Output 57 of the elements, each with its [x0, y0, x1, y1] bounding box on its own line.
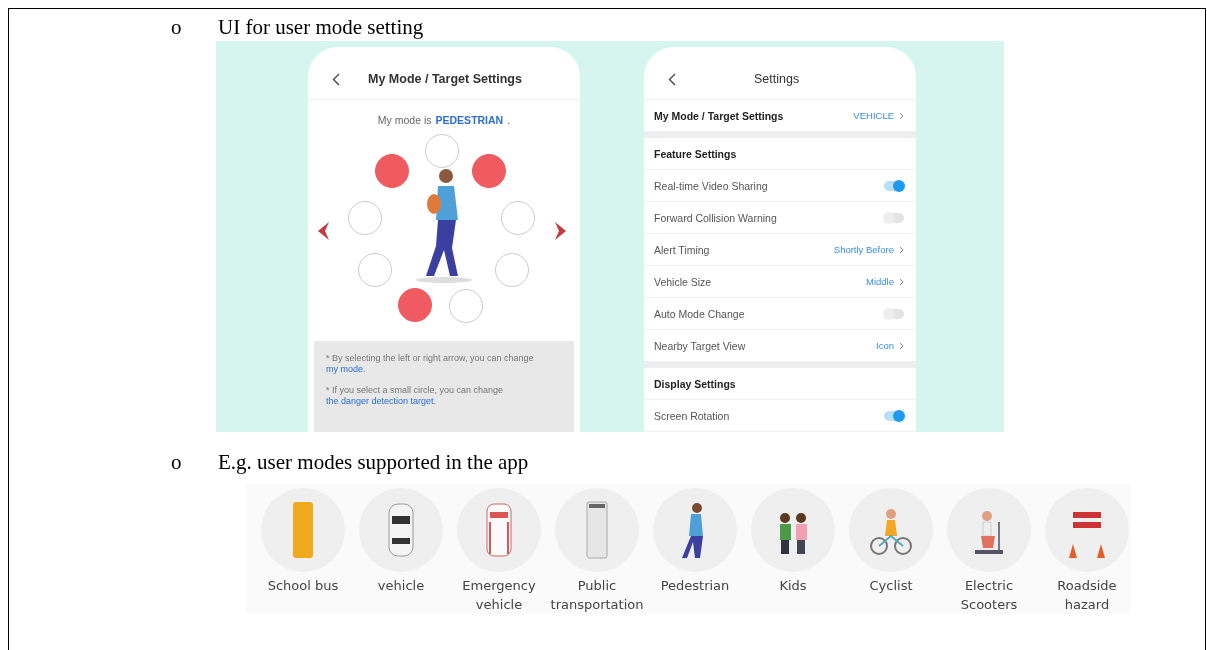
back-icon[interactable]	[668, 72, 676, 86]
bullet-mark: o	[171, 15, 183, 39]
mode-label: vehicle	[377, 577, 425, 595]
target-circle[interactable]	[375, 154, 409, 188]
setting-label: Screen Rotation	[654, 409, 730, 422]
mode-suffix: .	[507, 114, 511, 126]
setting-value[interactable]: VEHICLE	[853, 110, 894, 121]
chevron-right-icon	[899, 277, 904, 286]
setting-label: Feature Settings	[654, 147, 737, 160]
back-icon[interactable]	[332, 72, 340, 86]
mode-label: Public transportation	[549, 577, 645, 614]
mode-label: Cyclist	[869, 577, 913, 595]
setting-label: Nearby Target View	[654, 339, 746, 352]
section-heading: E.g. user modes supported in the app	[218, 450, 529, 474]
setting-label: My Mode / Target Settings	[654, 109, 784, 122]
setting-label: Auto Mode Change	[654, 307, 745, 320]
mode-label: Roadside hazard	[1056, 577, 1118, 614]
bullet-mark: o	[171, 450, 183, 474]
setting-label: Forward Collision Warning	[654, 211, 777, 224]
setting-value[interactable]: Icon	[876, 340, 894, 351]
setting-label: Alert Timing	[654, 243, 710, 256]
chevron-right-icon	[899, 245, 904, 254]
setting-label: Display Settings	[654, 377, 736, 390]
section-heading: UI for user mode setting	[218, 15, 424, 39]
toggle-switch[interactable]	[884, 212, 904, 223]
chevron-right-icon	[899, 111, 904, 120]
hint-link[interactable]: my mode	[326, 364, 363, 374]
target-circle[interactable]	[398, 288, 432, 322]
mode-label: Electric Scooters	[959, 577, 1019, 614]
hint-link[interactable]: the danger detection target	[326, 396, 434, 406]
hint-text: * By selecting the left or right arrow, you can change my mode.	[326, 353, 535, 375]
hint-text: * If you select a small circle, you can change the danger detection target.	[326, 385, 505, 407]
screen-title: My Mode / Target Settings	[368, 72, 522, 86]
target-circle[interactable]	[501, 201, 535, 235]
setting-value[interactable]: Shortly Before	[833, 244, 894, 255]
mode-label: My mode is	[377, 114, 432, 126]
target-circle[interactable]	[358, 253, 392, 287]
setting-label: Vehicle Size	[654, 275, 712, 288]
mode-label: Emergency vehicle	[461, 577, 537, 614]
toggle-switch[interactable]	[884, 180, 904, 191]
screen-title: Settings	[754, 72, 800, 86]
toggle-switch[interactable]	[884, 308, 904, 319]
target-circle[interactable]	[495, 253, 529, 287]
target-circle[interactable]	[449, 289, 483, 323]
toggle-switch[interactable]	[884, 410, 904, 421]
target-circle[interactable]	[472, 154, 506, 188]
mode-label: School bus	[267, 577, 339, 595]
left-arrow-icon[interactable]	[316, 221, 330, 241]
mode-value: PEDESTRIAN	[435, 114, 504, 126]
chevron-right-icon	[899, 341, 904, 350]
mode-label: Pedestrian	[660, 577, 730, 595]
setting-label: Real-time Video Sharing	[654, 179, 768, 192]
target-circle[interactable]	[348, 201, 382, 235]
setting-value[interactable]: Middle	[866, 276, 894, 287]
mode-label: Kids	[779, 577, 807, 595]
right-arrow-icon[interactable]	[554, 221, 568, 241]
target-circle[interactable]	[425, 134, 459, 168]
